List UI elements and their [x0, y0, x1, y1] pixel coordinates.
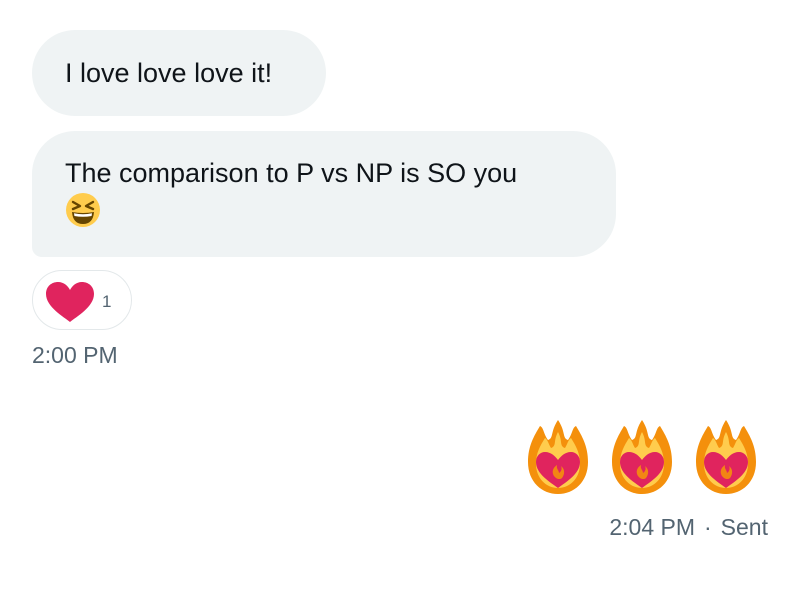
message-text: I love love love it! [65, 58, 273, 88]
sent-message-emojis[interactable] [524, 416, 760, 496]
heart-reaction-pill[interactable]: 1 [32, 270, 132, 330]
heart-on-fire-icon [696, 420, 756, 494]
received-timestamp: 2:00 PM [32, 342, 118, 368]
sent-timestamp: 2:04 PM [609, 514, 695, 540]
sent-message-status: 2:04 PM · Sent [609, 513, 768, 541]
message-emoji-line [65, 191, 583, 228]
message-text: The comparison to P vs NP is SO you [65, 158, 518, 188]
red-heart-icon [46, 282, 94, 322]
conversation-view: I love love love it! The comparison to P… [0, 0, 800, 598]
heart-on-fire-icon [612, 420, 672, 494]
received-message-bubble[interactable]: I love love love it! [32, 30, 326, 116]
heart-on-fire-icon [528, 420, 588, 494]
status-separator: · [704, 514, 712, 540]
delivery-status: Sent [720, 514, 768, 540]
reaction-count: 1 [102, 292, 112, 311]
grinning-squinting-face-icon [66, 193, 100, 227]
received-message-bubble[interactable]: The comparison to P vs NP is SO you [32, 131, 616, 257]
